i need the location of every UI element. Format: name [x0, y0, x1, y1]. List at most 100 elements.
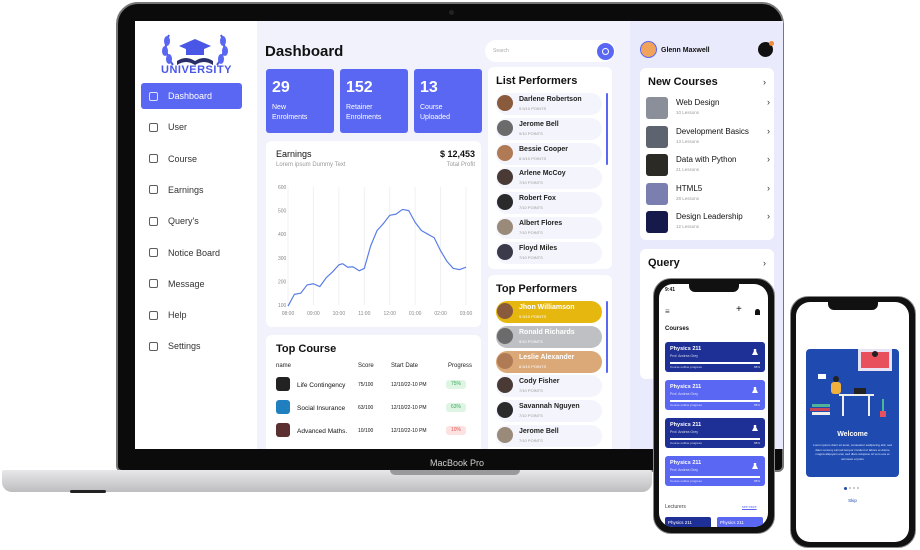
chevron-right-icon[interactable]: ›	[767, 183, 770, 193]
course-lessons: 13 Lessons	[676, 138, 700, 144]
menu-icon[interactable]: ≡	[665, 307, 670, 316]
scrollbar[interactable]	[606, 301, 608, 373]
stat-card[interactable]: 152 Retainer Enrolments	[340, 69, 408, 133]
bell-icon[interactable]	[758, 41, 774, 57]
table-row[interactable]: Life Contingency 75/100 12/10/22-10 PM 75%	[276, 375, 472, 397]
sidebar-item-message[interactable]: Message	[141, 271, 242, 297]
phone-course-card[interactable]: Physics 211 Prof. Andrea Grey Course outli…	[665, 418, 765, 448]
phone-course-card[interactable]: Physics 211 Prof. Andrea Grey Course outli…	[665, 456, 765, 486]
x-tick-label: 01:00	[409, 311, 422, 317]
col-start-date: Start Date	[391, 363, 419, 369]
user-avatar[interactable]	[640, 41, 657, 58]
performer-name: Leslie Alexander	[519, 353, 575, 361]
query-icon	[149, 216, 158, 226]
chevron-right-icon[interactable]: ›	[763, 77, 766, 87]
grid-icon	[149, 91, 158, 101]
user-name: Glenn Maxwell	[661, 47, 710, 54]
stat-value: 152	[346, 79, 373, 96]
avatar	[497, 169, 513, 186]
course-name: Physics 211	[670, 384, 702, 390]
performer-item[interactable]: Robert Fox 7/10 POINTS	[496, 192, 602, 215]
table-row[interactable]: Social Insurance 63/100 12/10/22-10 PM 63%	[276, 398, 472, 420]
performer-points: 7/10 POINTS	[519, 205, 543, 211]
stat-card[interactable]: 13 Course Uploaded	[414, 69, 482, 133]
top-course-card: Top Course name Score Start Date Progres…	[266, 335, 481, 449]
course-item[interactable]: Development Basics 13 Lessons ›	[646, 124, 772, 152]
y-tick-label: 100	[278, 303, 287, 309]
performer-points: 8.5/10 POINTS	[519, 363, 547, 369]
chevron-right-icon[interactable]: ›	[767, 97, 770, 107]
lecturer-card[interactable]: Physics 211	[665, 517, 711, 527]
x-tick-label: 03:00	[460, 311, 473, 317]
y-tick-label: 200	[278, 279, 287, 285]
performer-item[interactable]: Bessie Cooper 8.5/10 POINTS	[496, 142, 602, 165]
chevron-right-icon[interactable]: ›	[763, 258, 766, 268]
sidebar-item-notice-board[interactable]: Notice Board	[141, 240, 242, 266]
search-icon[interactable]	[597, 43, 614, 60]
new-courses-card: New Courses › Web Design 10 Lessons › Devel…	[640, 68, 774, 240]
progress-label: Course outline progress	[670, 479, 702, 483]
performer-item[interactable]: Jerome Bell 7/10 POINTS	[496, 425, 602, 447]
performer-item[interactable]: Jhon Williamson 9.9/10 POINTS	[496, 301, 602, 323]
course-name: Social Insurance	[297, 405, 346, 412]
performer-item[interactable]: Darlene Robertson 9.5/10 POINTS	[496, 93, 602, 115]
course-thumbnail	[646, 182, 668, 205]
lecturer-card[interactable]: Physics 211	[717, 517, 763, 527]
performer-item[interactable]: Cody Fisher 7/10 POINTS	[496, 375, 602, 398]
performer-name: Robert Fox	[519, 195, 556, 203]
pagination-dots[interactable]	[844, 487, 859, 490]
course-name: Physics 211	[670, 422, 702, 428]
help-icon	[149, 310, 158, 320]
progress-value: 88%	[753, 441, 760, 445]
performer-name: Jerome Bell	[519, 428, 559, 435]
avatar	[497, 327, 513, 344]
course-name: Physics 211	[670, 460, 702, 466]
sidebar-item-dashboard[interactable]: Dashboard	[141, 83, 242, 109]
performer-item[interactable]: Ronald Richards 9/10 POINTS	[496, 325, 602, 348]
performer-item[interactable]: Albert Flores 7/10 POINTS	[496, 217, 602, 239]
see-more-link[interactable]: see more	[742, 505, 757, 509]
plus-icon[interactable]: +	[736, 304, 742, 315]
course-item[interactable]: Design Leadership 12 Lessons ›	[646, 209, 772, 237]
col-score: Score	[358, 363, 374, 369]
course-item[interactable]: Data with Python 21 Lessons ›	[646, 152, 772, 180]
notification-icon[interactable]	[755, 309, 760, 315]
professor-name: Prof. Andrea Grey	[670, 430, 699, 434]
sidebar-item-help[interactable]: Help	[141, 302, 242, 328]
phone-course-card[interactable]: Physics 211 Prof. Andrea Grey Course outli…	[665, 380, 765, 410]
phone-course-card[interactable]: Physics 211 Prof. Andrea Grey Course outli…	[665, 342, 765, 372]
course-icon	[149, 154, 158, 164]
progress-label: Course outline progress	[670, 403, 702, 407]
sidebar-item-query-s[interactable]: Query's	[141, 208, 242, 234]
stat-value: 29	[272, 79, 290, 96]
scrollbar[interactable]	[606, 93, 608, 165]
performer-item[interactable]: Floyd Miles 7/10 POINTS	[496, 241, 602, 264]
performer-item[interactable]: Savannah Nguyen 7/10 POINTS	[496, 400, 602, 423]
progress-bar	[670, 362, 760, 364]
course-lessons: 10 Lessons	[676, 110, 700, 115]
sidebar-item-course[interactable]: Course	[141, 146, 242, 172]
sidebar-item-user[interactable]: User	[141, 114, 242, 140]
earnings-card: Earnings Lorem ipsum Dummy Text $ 12,453…	[266, 141, 481, 327]
lecturers-label: Lecturers	[665, 504, 686, 510]
performer-item[interactable]: Arlene McCoy 7/10 POINTS	[496, 167, 602, 190]
course-name: Development Basics	[676, 126, 749, 136]
chevron-right-icon[interactable]: ›	[767, 211, 770, 221]
course-item[interactable]: HTML5 28 Lessons ›	[646, 181, 772, 209]
avatar	[497, 352, 513, 369]
chevron-right-icon[interactable]: ›	[767, 126, 770, 136]
welcome-card: Welcome Lorem ipsum dolor sit amet, cons…	[806, 349, 899, 477]
stat-card[interactable]: 29 New Enrolments	[266, 69, 334, 133]
sidebar-item-earnings[interactable]: Earnings	[141, 177, 242, 203]
search-input[interactable]: Search	[485, 40, 615, 62]
chevron-right-icon[interactable]: ›	[767, 154, 770, 164]
laptop-notch	[390, 470, 520, 475]
progress-value: 88%	[753, 479, 760, 483]
performer-item[interactable]: Leslie Alexander 8.5/10 POINTS	[496, 350, 602, 373]
sidebar-item-settings[interactable]: Settings	[141, 333, 242, 359]
performer-item[interactable]: Jerome Bell 9/10 POINTS	[496, 117, 602, 140]
table-row[interactable]: Advanced Maths. 10/100 12/10/22-10 PM 10%	[276, 421, 472, 443]
course-item[interactable]: Web Design 10 Lessons ›	[646, 95, 772, 123]
skip-button[interactable]: Skip	[796, 498, 909, 503]
performer-points: 9/10 POINTS	[519, 130, 543, 136]
